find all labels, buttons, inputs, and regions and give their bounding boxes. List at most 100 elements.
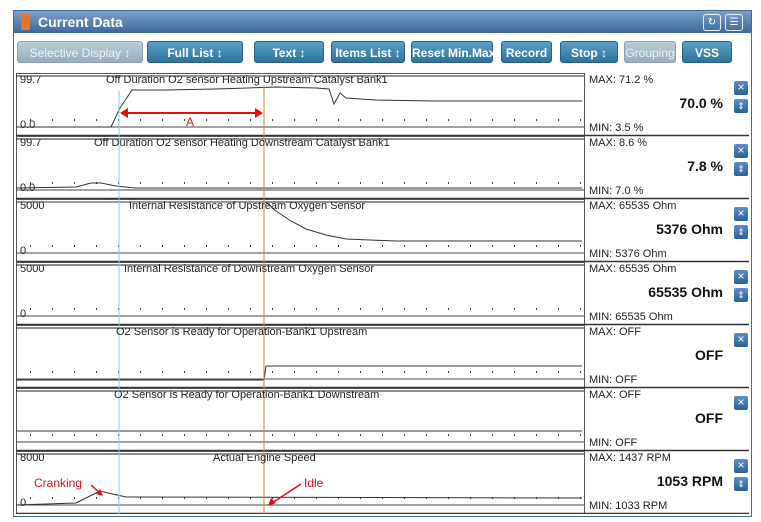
grid-tick	[338, 182, 339, 184]
remove-item-button[interactable]: ×	[734, 81, 748, 95]
annotation-label-cranking: Cranking	[34, 476, 83, 490]
toolbar-button-text[interactable]: Text ↕	[254, 41, 324, 63]
max-value: MAX: 1437 RPM	[589, 452, 671, 464]
toolbar-button-grouping[interactable]: Grouping	[624, 41, 676, 63]
grid-tick	[514, 182, 515, 184]
y-max-label: 5000	[20, 263, 45, 275]
current-value: 5376 Ohm	[656, 221, 723, 237]
grid-tick	[52, 308, 53, 310]
grid-tick	[272, 245, 273, 247]
trace-upstream-heating	[16, 86, 582, 128]
toolbar-button-vss[interactable]: VSS	[682, 41, 732, 63]
grid-tick	[206, 434, 207, 436]
grid-tick	[140, 308, 141, 310]
grid-tick	[96, 497, 97, 499]
panel-title: Off Duration O2 sensor Heating Downstrea…	[94, 137, 390, 149]
grid-tick	[470, 245, 471, 247]
grid-tick	[338, 245, 339, 247]
grid-tick	[250, 434, 251, 436]
grid-tick	[492, 434, 493, 436]
remove-item-button[interactable]: ×	[734, 396, 748, 410]
grid-tick	[470, 371, 471, 373]
retry-icon[interactable]: ↻	[703, 14, 721, 31]
grid-tick	[162, 119, 163, 121]
remove-item-button[interactable]: ×	[734, 333, 748, 347]
grid-tick	[338, 371, 339, 373]
grid-tick	[184, 308, 185, 310]
grid-tick	[74, 119, 75, 121]
grid-tick	[96, 371, 97, 373]
grid-tick	[558, 182, 559, 184]
grid-tick	[250, 119, 251, 121]
toolbar-button-stop[interactable]: Stop ↕	[560, 41, 618, 63]
current-value: 65535 Ohm	[648, 284, 723, 300]
grid-tick	[96, 245, 97, 247]
max-value: MAX: OFF	[589, 389, 641, 401]
grid-tick	[360, 308, 361, 310]
grid-tick	[536, 119, 537, 121]
toolbar-button-items-list[interactable]: Items List ↕	[331, 41, 405, 63]
grid-tick	[580, 434, 581, 436]
grid-tick	[30, 371, 31, 373]
panel-title: Internal Resistance of Upstream Oxygen S…	[129, 200, 366, 212]
toolbar-button-full-list[interactable]: Full List ↕	[147, 41, 243, 63]
grid-tick	[162, 371, 163, 373]
grid-tick	[404, 182, 405, 184]
grid-tick	[206, 119, 207, 121]
current-data-window: Current Data ↻ ☰ Selective Display ↕ Full…	[13, 10, 752, 517]
grid-tick	[74, 245, 75, 247]
menu-icon[interactable]: ☰	[725, 14, 743, 31]
grid-tick	[448, 371, 449, 373]
grid-tick	[206, 245, 207, 247]
max-value: MAX: 65535 Ohm	[589, 200, 677, 212]
scale-toggle-button[interactable]: ⇕	[734, 225, 748, 239]
grid-tick	[492, 245, 493, 247]
scale-toggle-button[interactable]: ⇕	[734, 162, 748, 176]
annotation-label-idle: Idle	[304, 476, 324, 490]
grid-tick	[426, 434, 427, 436]
grid-tick	[184, 245, 185, 247]
grid-tick	[426, 119, 427, 121]
grid-tick	[228, 434, 229, 436]
grid-tick	[272, 371, 273, 373]
remove-item-button[interactable]: ×	[734, 270, 748, 284]
remove-item-button[interactable]: ×	[734, 459, 748, 473]
grid-tick	[382, 245, 383, 247]
grid-tick	[448, 245, 449, 247]
grid-tick	[140, 434, 141, 436]
annotation-arrowhead-left	[120, 108, 128, 118]
grid-tick	[184, 119, 185, 121]
grid-tick	[30, 245, 31, 247]
grid-tick	[404, 119, 405, 121]
grid-tick	[470, 182, 471, 184]
grid-tick	[426, 371, 427, 373]
remove-item-button[interactable]: ×	[734, 207, 748, 221]
grid-tick	[382, 308, 383, 310]
toolbar-button-selective-display[interactable]: Selective Display ↕	[17, 41, 143, 63]
grid-tick	[338, 434, 339, 436]
grid-tick	[228, 245, 229, 247]
grid-tick	[74, 434, 75, 436]
annotation-arrowhead-right	[255, 108, 263, 118]
grid-tick	[294, 371, 295, 373]
scale-toggle-button[interactable]: ⇕	[734, 477, 748, 491]
grid-tick	[162, 245, 163, 247]
max-value: MAX: 65535 Ohm	[589, 263, 677, 275]
grid-tick	[272, 308, 273, 310]
grid-tick	[206, 308, 207, 310]
grid-tick	[250, 182, 251, 184]
remove-item-button[interactable]: ×	[734, 144, 748, 158]
grid-tick	[580, 245, 581, 247]
scale-toggle-button[interactable]: ⇕	[734, 99, 748, 113]
grid-tick	[294, 245, 295, 247]
grid-tick	[536, 308, 537, 310]
panel-title: O2 Sensor is Ready for Operation-Bank1 D…	[114, 389, 380, 401]
grid-tick	[52, 182, 53, 184]
scale-toggle-button[interactable]: ⇕	[734, 288, 748, 302]
grid-tick	[140, 245, 141, 247]
annotation-arrow-idle	[271, 483, 302, 504]
current-value: 1053 RPM	[656, 473, 723, 489]
toolbar-button-record[interactable]: Record	[501, 41, 552, 63]
toolbar-button-reset-min-max[interactable]: Reset Min.Max	[411, 41, 495, 63]
grid-tick	[580, 308, 581, 310]
